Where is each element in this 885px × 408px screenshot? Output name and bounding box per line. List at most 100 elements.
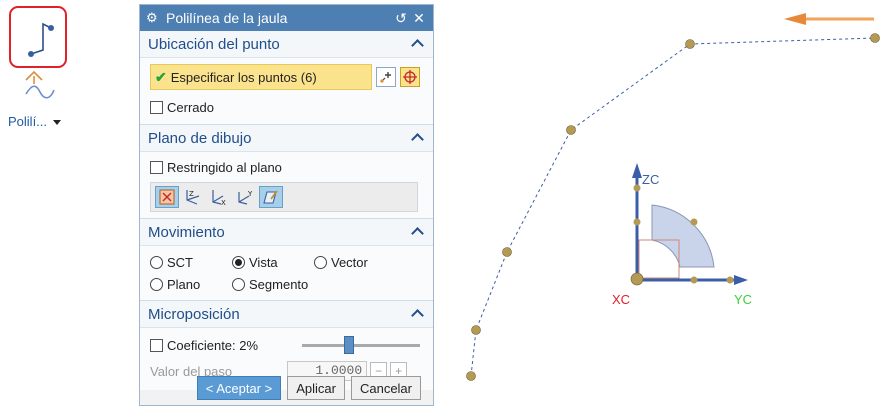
view-plane-button[interactable] — [155, 186, 179, 208]
polyline-point[interactable] — [471, 325, 481, 335]
coefficient-label: Coeficiente: 2% — [167, 337, 259, 353]
cancel-button[interactable]: Cancelar — [350, 376, 421, 400]
custom-plane-button[interactable] — [259, 186, 283, 208]
apply-button[interactable]: Aplicar — [287, 376, 345, 400]
close-icon[interactable]: ✕ — [411, 10, 427, 27]
direction-arrow[interactable] — [784, 13, 874, 25]
slider-track — [302, 344, 421, 347]
x-plane-icon: X — [212, 190, 226, 206]
polyline-point[interactable] — [502, 247, 512, 257]
svg-text:Z: Z — [189, 190, 194, 198]
section-point-location: Ubicación del punto ✔ Especificar los pu… — [140, 31, 433, 125]
collapse-icon[interactable] — [411, 307, 425, 321]
studio-spline-icon[interactable] — [24, 66, 56, 102]
radio-label: Plano — [167, 276, 201, 292]
constrained-checkbox-row[interactable]: Restringido al plano — [150, 156, 425, 178]
polyline-point[interactable] — [685, 39, 695, 49]
section-header-movement[interactable]: Movimiento — [140, 219, 433, 246]
radio-button[interactable] — [150, 255, 163, 269]
checkmark-icon: ✔ — [155, 68, 167, 85]
section-header-micro-position[interactable]: Microposición — [140, 301, 433, 328]
graphics-viewport[interactable]: ZC XC YC — [434, 0, 885, 408]
radio-label: Segmento — [249, 276, 309, 292]
section-header-point-location[interactable]: Ubicación del punto — [140, 31, 433, 58]
dialog-title-bar[interactable]: ⚙ Polilínea de la jaula ↺ ✕ — [140, 5, 433, 31]
xy-plane-button[interactable]: Z — [181, 186, 205, 208]
y-axis-arrowhead — [734, 275, 748, 285]
closed-checkbox-row[interactable]: Cerrado — [150, 96, 425, 118]
closed-checkbox[interactable] — [150, 100, 163, 114]
radio-button[interactable] — [314, 255, 327, 269]
polyline-command-button[interactable] — [9, 6, 67, 68]
radio-button[interactable] — [232, 255, 245, 269]
section-drawing-plane: Plano de dibujo Restringido al plano Z X… — [140, 125, 433, 219]
chevron-down-icon[interactable] — [53, 120, 62, 126]
radio-button[interactable] — [150, 277, 163, 291]
collapse-icon[interactable] — [411, 37, 425, 51]
polyline-point[interactable] — [466, 371, 476, 381]
reset-icon[interactable]: ↺ — [393, 10, 409, 27]
dialog-title: Polilínea de la jaula — [166, 10, 288, 26]
rotation-handle[interactable] — [690, 218, 698, 226]
z-axis-handle[interactable] — [633, 218, 641, 226]
z-axis-handle[interactable] — [633, 184, 641, 192]
specify-points-label: Especificar los puntos (6) — [170, 69, 317, 85]
yz-plane-button[interactable]: X — [207, 186, 231, 208]
view-plane-icon — [159, 189, 175, 205]
radio-vector[interactable]: Vector — [314, 252, 414, 272]
radio-label: SCT — [167, 254, 193, 270]
y-axis-label: YC — [734, 292, 753, 307]
ok-button[interactable]: < Aceptar > — [196, 376, 282, 400]
csys-origin-handle[interactable] — [630, 272, 644, 286]
crosshair-icon — [403, 70, 417, 84]
constrained-to-plane-checkbox[interactable] — [150, 160, 163, 174]
radio-sct[interactable]: SCT — [150, 252, 232, 272]
y-axis-handle[interactable] — [690, 276, 698, 284]
section-title: Movimiento — [148, 223, 225, 241]
section-title: Microposición — [148, 305, 240, 323]
z-plane-icon: Z — [186, 190, 200, 205]
point-snap-button[interactable] — [400, 67, 420, 87]
svg-text:Y: Y — [247, 190, 253, 198]
radio-button[interactable] — [232, 277, 245, 291]
collapse-icon[interactable] — [411, 131, 425, 145]
collapse-icon[interactable] — [411, 225, 425, 239]
slider-thumb[interactable] — [344, 336, 355, 354]
cage-polyline-dialog: ⚙ Polilínea de la jaula ↺ ✕ Ubicación de… — [139, 4, 434, 406]
rotation-arc-handle[interactable] — [651, 204, 715, 268]
radio-vista[interactable]: Vista — [232, 252, 314, 272]
y-axis-handle[interactable] — [726, 276, 734, 284]
polyline-point[interactable] — [870, 33, 880, 43]
z-axis-label: ZC — [642, 172, 660, 187]
section-header-drawing-plane[interactable]: Plano de dibujo — [140, 125, 433, 152]
coefficient-slider[interactable] — [302, 336, 421, 354]
radio-plano[interactable]: Plano — [150, 274, 232, 294]
point-dialog-button[interactable] — [376, 67, 396, 87]
polyline-command-label[interactable]: Polilí... — [8, 114, 62, 129]
cage-polyline[interactable] — [470, 37, 876, 377]
coefficient-checkbox[interactable] — [150, 338, 163, 352]
radio-segmento[interactable]: Segmento — [232, 274, 314, 294]
gear-icon[interactable]: ⚙ — [146, 10, 162, 26]
polyline-points — [466, 33, 880, 381]
section-title: Plano de dibujo — [148, 129, 252, 147]
point-plus-icon — [380, 72, 391, 83]
radio-label: Vector — [331, 254, 368, 270]
closed-label: Cerrado — [167, 99, 214, 115]
constrained-label: Restringido al plano — [167, 159, 282, 175]
ribbon-command-group: Polilí... — [6, 4, 70, 134]
radio-label: Vista — [249, 254, 278, 270]
svg-text:X: X — [221, 199, 226, 206]
z-axis-arrowhead — [632, 163, 642, 178]
command-label-text: Polilí... — [8, 114, 48, 129]
plane-edit-icon — [263, 190, 278, 204]
movement-radio-group: SCT Vista Vector Plano Segmento — [150, 252, 425, 294]
polyline-point[interactable] — [566, 125, 576, 135]
xz-plane-button[interactable]: Y — [233, 186, 257, 208]
section-movement: Movimiento SCT Vista Vector Plano Segmen… — [140, 219, 433, 301]
y-plane-icon: Y — [238, 190, 253, 205]
specify-points-selector[interactable]: ✔ Especificar los puntos (6) — [150, 64, 372, 90]
x-axis-label: XC — [612, 292, 631, 307]
scene-canvas[interactable] — [434, 0, 885, 408]
plane-type-toolbar: Z X Y — [150, 182, 418, 212]
